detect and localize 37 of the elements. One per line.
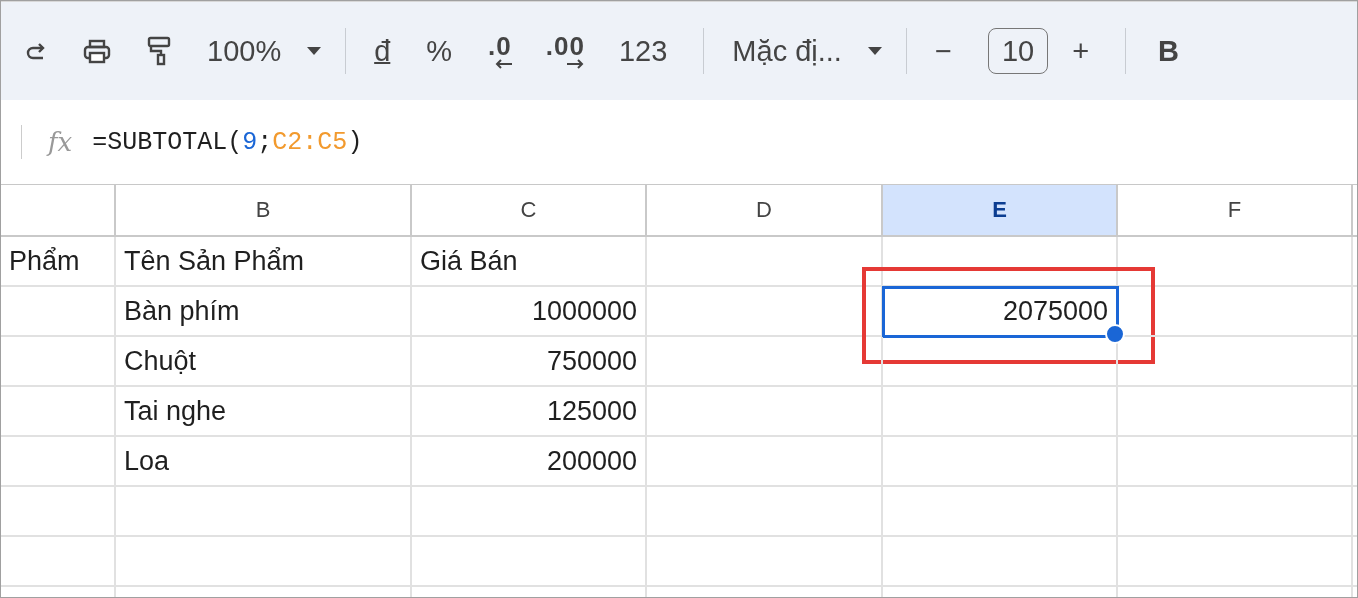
redo-icon[interactable] — [25, 41, 47, 61]
column-header[interactable]: E — [883, 185, 1118, 237]
dropdown-button[interactable]: Mặc đị... — [732, 36, 842, 66]
column-header[interactable]: F — [1118, 185, 1353, 237]
column-header[interactable]: C — [412, 185, 647, 237]
caret-icon — [867, 47, 882, 55]
decimal-button[interactable]: .0 — [488, 33, 512, 59]
table-cell: Chuột — [116, 337, 412, 387]
toolbar-button[interactable]: + — [1072, 36, 1090, 66]
decimal-button[interactable]: .00 — [545, 33, 585, 59]
arrow-icon — [566, 59, 585, 69]
table-cell: Phẩm — [1, 237, 116, 287]
arrow-icon — [493, 59, 512, 69]
table-cell: 2075000 — [883, 287, 1118, 337]
toolbar-button[interactable]: − — [934, 36, 952, 66]
caret-icon — [307, 47, 322, 55]
table-cell: Loa — [116, 437, 412, 487]
font-size-field[interactable]: 10 — [987, 27, 1049, 75]
fill-handle[interactable] — [1105, 324, 1125, 344]
dropdown-button[interactable]: 100% — [207, 36, 282, 66]
table-cell: 200000 — [412, 437, 647, 487]
column-header[interactable]: B — [116, 185, 412, 237]
function-icon: fx — [48, 127, 73, 157]
table-cell: 750000 — [412, 337, 647, 387]
table-cell: Tên Sản Phẩm — [116, 237, 412, 287]
toolbar-button[interactable]: 123 — [618, 36, 668, 66]
bold-button[interactable]: B — [1158, 36, 1180, 66]
table-cell: 125000 — [412, 387, 647, 437]
currency-button[interactable]: đ — [374, 36, 391, 66]
table-cell: Bàn phím — [116, 287, 412, 337]
print-icon[interactable] — [83, 38, 111, 64]
toolbar-button[interactable]: % — [426, 36, 453, 66]
table-cell: Giá Bán — [412, 237, 647, 287]
paint-roller-icon[interactable] — [147, 36, 171, 66]
formula-field[interactable]: =SUBTOTAL(9;C2:C5) — [92, 127, 363, 157]
table-cell: 1000000 — [412, 287, 647, 337]
table-cell: Tai nghe — [116, 387, 412, 437]
